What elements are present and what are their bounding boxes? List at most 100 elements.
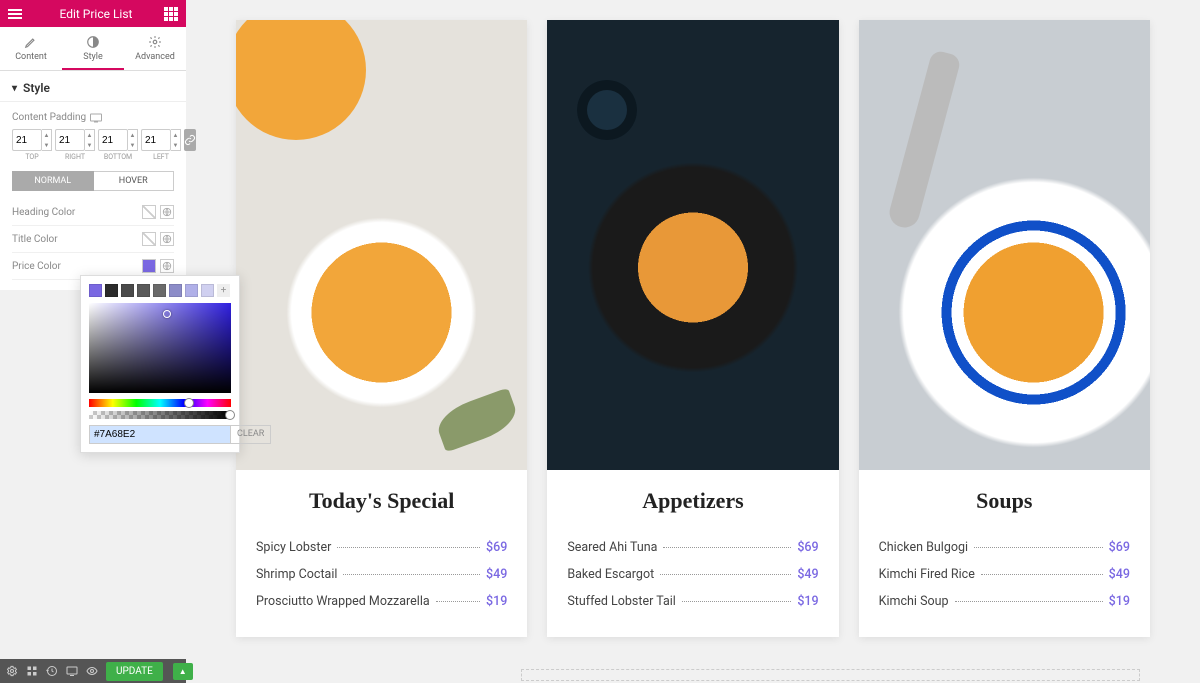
- item-separator: [660, 574, 791, 575]
- panel-title: Edit Price List: [28, 7, 164, 21]
- item-price: $19: [486, 594, 507, 609]
- menu-item: Seared Ahi Tuna$69: [567, 534, 818, 561]
- padding-top-label: TOP: [25, 153, 38, 161]
- padding-left-input[interactable]: [141, 129, 171, 151]
- preset-swatch[interactable]: [169, 284, 182, 297]
- item-name: Kimchi Soup: [879, 594, 949, 609]
- item-name: Shrimp Coctail: [256, 567, 337, 582]
- item-price: $69: [1109, 540, 1130, 555]
- drop-zone[interactable]: [521, 669, 1140, 681]
- heading-color-label: Heading Color: [12, 207, 142, 218]
- tab-advanced[interactable]: Advanced: [124, 27, 186, 70]
- section-style-label: Style: [23, 81, 50, 95]
- navigator-icon[interactable]: [26, 664, 38, 678]
- padding-left-label: LEFT: [153, 153, 169, 161]
- tab-content[interactable]: Content: [0, 27, 62, 70]
- hue-slider[interactable]: [89, 399, 231, 407]
- item-separator: [974, 547, 1103, 548]
- hex-input[interactable]: [89, 425, 231, 444]
- preset-swatch[interactable]: [121, 284, 134, 297]
- item-separator: [663, 547, 791, 548]
- clear-button[interactable]: CLEAR: [231, 425, 271, 444]
- menu-item: Spicy Lobster $69: [256, 534, 507, 561]
- global-color-icon[interactable]: [160, 259, 174, 273]
- responsive-icon[interactable]: [90, 113, 102, 123]
- item-price: $69: [486, 540, 507, 555]
- item-price: $49: [1109, 567, 1130, 582]
- preset-swatch[interactable]: [137, 284, 150, 297]
- preset-swatch[interactable]: [201, 284, 214, 297]
- preset-swatch[interactable]: [153, 284, 166, 297]
- price-color-label: Price Color: [12, 261, 142, 272]
- card-title: Appetizers: [567, 488, 818, 514]
- color-field[interactable]: [89, 303, 231, 393]
- price-card[interactable]: Soups Chicken Bulgogi $69 Kimchi Fired Rice…: [859, 20, 1150, 637]
- menu-item: Stuffed Lobster Tail$19: [567, 588, 818, 615]
- price-color-swatch[interactable]: [142, 259, 156, 273]
- pencil-icon: [24, 35, 38, 49]
- preview-canvas: Today's Special Spicy Lobster $69 Shrimp Co…: [186, 0, 1200, 683]
- history-icon[interactable]: [46, 664, 58, 678]
- heading-color-swatch[interactable]: [142, 205, 156, 219]
- heading-color-row: Heading Color: [12, 199, 174, 226]
- state-normal[interactable]: NORMAL: [12, 171, 94, 191]
- tab-style-label: Style: [83, 52, 103, 62]
- item-separator: [436, 601, 480, 602]
- sidebar-header: Edit Price List: [0, 0, 186, 27]
- state-hover[interactable]: HOVER: [94, 171, 175, 191]
- menu-icon[interactable]: [8, 9, 22, 19]
- preview-icon[interactable]: [86, 664, 98, 678]
- preset-swatch[interactable]: [89, 284, 102, 297]
- card-body: Today's Special Spicy Lobster $69 Shrimp Co…: [236, 470, 527, 637]
- card-title: Today's Special: [256, 488, 507, 514]
- spin-up[interactable]: ▲: [42, 130, 51, 140]
- contrast-icon: [86, 35, 100, 49]
- responsive-mode-icon[interactable]: [66, 664, 78, 678]
- title-color-row: Title Color: [12, 226, 174, 253]
- item-name: Chicken Bulgogi: [879, 540, 968, 555]
- card-image: [859, 20, 1150, 470]
- card-title: Soups: [879, 488, 1130, 514]
- title-color-swatch[interactable]: [142, 232, 156, 246]
- price-card[interactable]: Today's Special Spicy Lobster $69 Shrimp Co…: [236, 20, 527, 637]
- item-name: Spicy Lobster: [256, 540, 331, 555]
- padding-right-label: RIGHT: [65, 153, 85, 161]
- preset-swatch[interactable]: [105, 284, 118, 297]
- gear-icon: [148, 35, 162, 49]
- alpha-thumb[interactable]: [225, 410, 235, 420]
- item-price: $49: [797, 567, 818, 582]
- widgets-icon[interactable]: [164, 7, 178, 21]
- color-input-row: CLEAR: [89, 425, 231, 444]
- item-separator: [682, 601, 791, 602]
- padding-inputs: ▲▼ TOP ▲▼ RIGHT ▲▼ BOTTOM ▲▼ LEFT: [12, 129, 174, 161]
- padding-top-input[interactable]: [12, 129, 42, 151]
- item-name: Prosciutto Wrapped Mozzarella: [256, 594, 430, 609]
- card-body: Soups Chicken Bulgogi $69 Kimchi Fired Rice…: [859, 470, 1150, 637]
- editor-tabs: Content Style Advanced: [0, 27, 186, 71]
- title-color-label: Title Color: [12, 234, 142, 245]
- item-separator: [337, 547, 480, 548]
- alpha-slider[interactable]: [89, 411, 231, 419]
- hue-thumb[interactable]: [184, 398, 194, 408]
- padding-right-input[interactable]: [55, 129, 85, 151]
- padding-bottom-label: BOTTOM: [104, 153, 132, 161]
- spin-down[interactable]: ▼: [42, 140, 51, 150]
- price-card[interactable]: AppetizersSeared Ahi Tuna$69Baked Escarg…: [547, 20, 838, 637]
- global-color-icon[interactable]: [160, 232, 174, 246]
- tab-style[interactable]: Style: [62, 27, 124, 70]
- item-price: $69: [797, 540, 818, 555]
- add-swatch-button[interactable]: +: [217, 284, 230, 297]
- editor-footer: UPDATE ▲: [0, 659, 186, 683]
- color-picker: + CLEAR: [80, 275, 240, 453]
- item-name: Stuffed Lobster Tail: [567, 594, 676, 609]
- update-button[interactable]: UPDATE: [106, 662, 163, 681]
- item-separator: [955, 601, 1103, 602]
- item-name: Kimchi Fired Rice: [879, 567, 975, 582]
- padding-bottom-input[interactable]: [98, 129, 128, 151]
- global-color-icon[interactable]: [160, 205, 174, 219]
- section-style[interactable]: ▾ Style: [0, 71, 186, 102]
- settings-icon[interactable]: [6, 664, 18, 678]
- preset-swatch[interactable]: [185, 284, 198, 297]
- color-field-cursor[interactable]: [163, 310, 171, 318]
- tab-advanced-label: Advanced: [135, 52, 175, 62]
